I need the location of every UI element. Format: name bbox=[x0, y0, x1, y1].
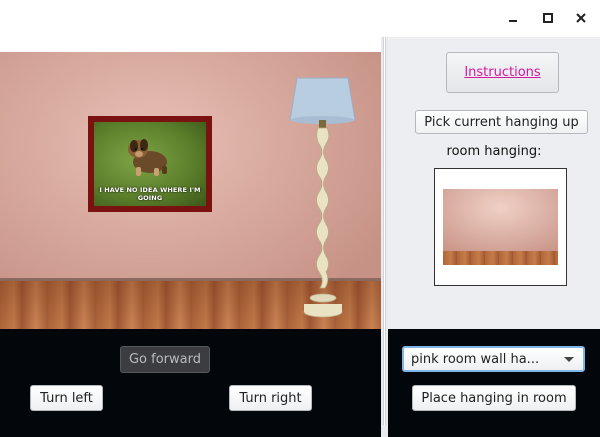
puppy-illustration bbox=[128, 139, 167, 176]
turn-right-button[interactable]: Turn right bbox=[229, 385, 312, 411]
preview-wall bbox=[443, 189, 558, 251]
place-hanging-button[interactable]: Place hanging in room bbox=[412, 385, 576, 411]
minimize-icon bbox=[509, 20, 517, 22]
hanging-preview bbox=[434, 168, 567, 286]
hanging-select[interactable]: pink room wall ha... bbox=[402, 346, 585, 372]
maximize-icon bbox=[543, 13, 553, 23]
pick-hanging-button[interactable]: Pick current hanging up bbox=[415, 110, 588, 134]
picture-caption: I HAVE NO IDEA WHERE I'M GOING bbox=[99, 186, 201, 202]
wall-hanging-picture: I HAVE NO IDEA WHERE I'M GOING bbox=[88, 116, 212, 212]
close-icon bbox=[576, 13, 586, 23]
chevron-down-icon bbox=[564, 357, 574, 362]
turn-left-button[interactable]: Turn left bbox=[30, 385, 103, 411]
close-button[interactable] bbox=[570, 8, 592, 28]
room-hanging-label: room hanging: bbox=[446, 144, 542, 159]
title-bar bbox=[0, 0, 600, 37]
picture-image: I HAVE NO IDEA WHERE I'M GOING bbox=[94, 122, 206, 206]
preview-floor bbox=[443, 251, 558, 265]
instructions-link-label: Instructions bbox=[464, 65, 541, 80]
go-forward-button[interactable]: Go forward bbox=[120, 346, 210, 373]
room-view: I HAVE NO IDEA WHERE I'M GOING bbox=[0, 52, 381, 329]
hanging-select-value: pink room wall ha... bbox=[411, 351, 540, 367]
divider-handle[interactable] bbox=[383, 37, 386, 425]
instructions-button[interactable]: Instructions bbox=[446, 52, 559, 93]
hanging-preview-image bbox=[443, 189, 558, 265]
floor-lamp bbox=[289, 77, 356, 318]
minimize-button[interactable] bbox=[502, 8, 524, 28]
maximize-button[interactable] bbox=[537, 8, 559, 28]
